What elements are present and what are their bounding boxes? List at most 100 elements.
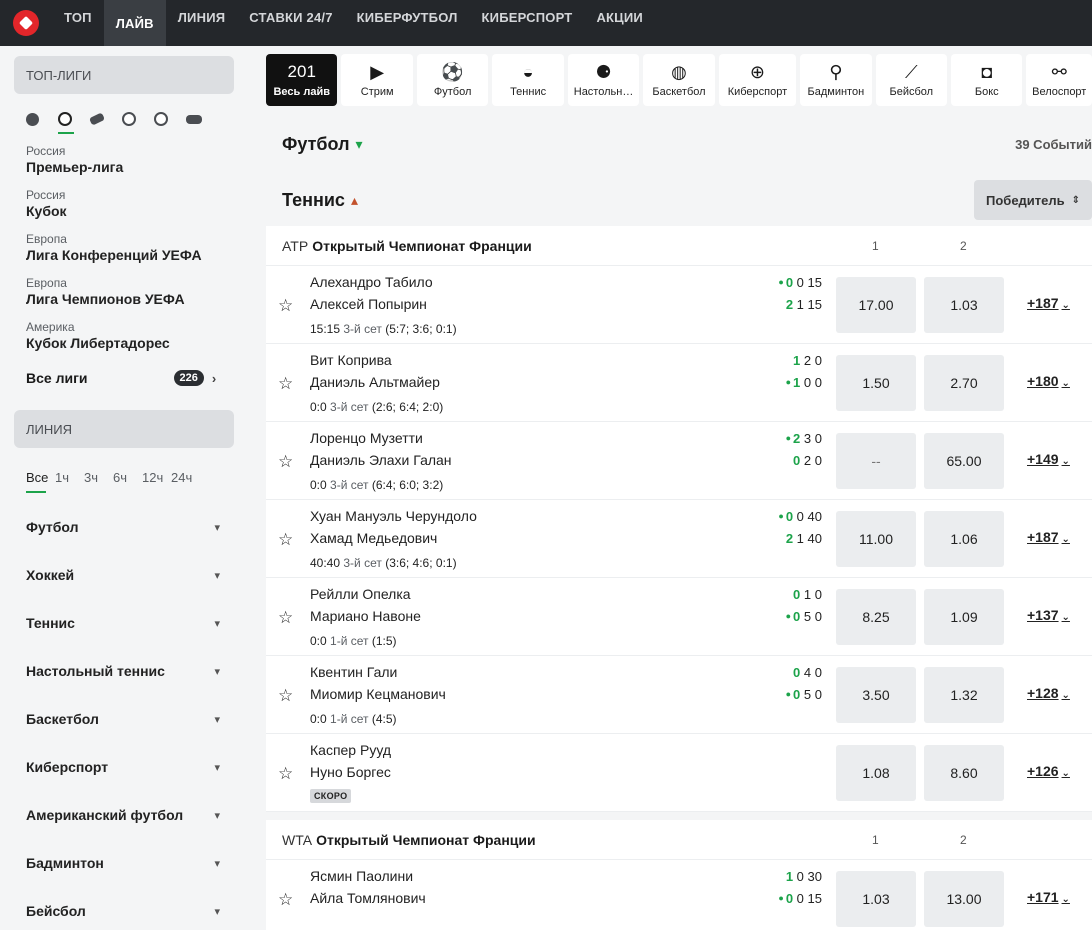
tab-badminton[interactable]: ⚲ Бадминтон [800,54,872,106]
soccer-ball-icon[interactable] [58,106,90,134]
sport-item-table-tennis[interactable]: Настольный теннис ▾ [14,647,234,695]
tab-table-tennis[interactable]: ⚈ Настольн… [567,54,640,106]
match-row[interactable]: ☆ Хуан Мануэль Черундоло Хамад Медьедович 4… [266,500,1092,578]
tab-tennis[interactable]: ◒ Теннис [492,54,564,106]
competition-header[interactable]: ATP Открытый Чемпионат Франции 1 2 [266,226,1092,266]
topnav-live[interactable]: ЛАЙВ [103,0,166,46]
star-favorite-icon[interactable]: ☆ [278,764,293,784]
sport-item-esports[interactable]: Киберспорт ▾ [14,743,234,791]
topnav-line[interactable]: ЛИНИЯ [166,0,238,34]
competition-header[interactable]: WTA Открытый Чемпионат Франции 1 2 [266,820,1092,860]
topnav-top[interactable]: ТОП [52,0,104,34]
star-favorite-icon[interactable]: ☆ [278,890,293,910]
game-score: 0:0 [310,634,327,648]
tab-boxing[interactable]: ◘ Бокс [951,54,1023,106]
odds-button-1[interactable]: 17.00 [836,277,916,333]
star-favorite-icon[interactable]: ☆ [278,530,293,550]
player-1-name: Квентин Гали [310,664,398,680]
star-favorite-icon[interactable]: ☆ [278,296,293,316]
tab-cycling[interactable]: ⚯ Велоспорт [1026,54,1092,106]
topnav-cyberfootball[interactable]: КИБЕРФУТБОЛ [345,0,470,34]
more-markets-link[interactable]: +126 ⌄ [1027,763,1070,779]
more-markets-link[interactable]: +171 ⌄ [1027,889,1070,905]
odds-button-1[interactable]: 11.00 [836,511,916,567]
league-item[interactable]: Америка Кубок Либертадорес [14,320,234,352]
football-section-header[interactable]: Футбол ▾ 39 Событий [266,124,1092,164]
odds-button-1[interactable]: -- [836,433,916,489]
tab-stream[interactable]: ▶ Стрим [341,54,413,106]
match-row[interactable]: ☆ Лоренцо Музетти Даниэль Элахи Галан 0:0 3… [266,422,1092,500]
tab-all-live[interactable]: 201 Весь лайв [266,54,338,106]
arrow-up-right-icon[interactable] [26,106,58,132]
sport-item-badminton[interactable]: Бадминтон ▾ [14,839,234,887]
match-row[interactable]: ☆ Ясмин Паолини Айла Томлянович 1 0 30 ● 0 0 … [266,860,1092,930]
league-item[interactable]: Европа Лига Конференций УЕФА [14,232,234,264]
topnav-promotions[interactable]: АКЦИИ [584,0,655,34]
odds-button-2[interactable]: 2.70 [924,355,1004,411]
site-logo[interactable] [0,0,52,46]
tennis-ball-icon[interactable] [122,106,154,132]
league-item[interactable]: Россия Кубок [14,188,234,220]
odds-button-1[interactable]: 3.50 [836,667,916,723]
odds-button-2[interactable]: 1.03 [924,277,1004,333]
more-markets-link[interactable]: +187 ⌄ [1027,295,1070,311]
star-favorite-icon[interactable]: ☆ [278,374,293,394]
more-markets-link[interactable]: +149 ⌄ [1027,451,1070,467]
odds-button-2[interactable]: 65.00 [924,433,1004,489]
hockey-puck-icon[interactable] [88,106,122,132]
match-row[interactable]: ☆ Алехандро Табило Алексей Попырин 15:15 3-… [266,266,1092,344]
odds-button-2[interactable]: 1.06 [924,511,1004,567]
league-country: Америка [26,320,75,334]
match-row[interactable]: ☆ Вит Коприва Даниэль Альтмайер 0:0 3-й сет… [266,344,1092,422]
league-item[interactable]: Европа Лига Чемпионов УЕФА [14,276,234,308]
tennis-section-header[interactable]: Теннис ▴ Победитель ⇕ [266,180,1092,220]
odds-button-1[interactable]: 8.25 [836,589,916,645]
topnav-esports[interactable]: КИБЕРСПОРТ [470,0,585,34]
gamepad-icon[interactable] [186,106,218,132]
odds-button-2[interactable]: 13.00 [924,871,1004,927]
market-select[interactable]: Победитель ⇕ [974,180,1092,220]
tab-baseball[interactable]: ⟋ Бейсбол [875,54,948,106]
sport-item-basketball[interactable]: Баскетбол ▾ [14,695,234,743]
odds-button-2[interactable]: 1.32 [924,667,1004,723]
sport-item-label: Киберспорт [26,759,109,775]
time-filter-1h[interactable]: 1ч [55,470,84,493]
time-filter-24h[interactable]: 24ч [171,470,200,493]
sport-item-baseball[interactable]: Бейсбол ▾ [14,887,234,930]
all-live-count: 201 [287,62,316,81]
match-row[interactable]: ☆ Квентин Гали Миомир Кецманович 0:0 1-й се… [266,656,1092,734]
time-filter-6h[interactable]: 6ч [113,470,142,493]
tab-esports[interactable]: ⊕ Киберспорт [718,54,797,106]
more-markets-link[interactable]: +137 ⌄ [1027,607,1070,623]
star-favorite-icon[interactable]: ☆ [278,608,293,628]
time-filter-3h[interactable]: 3ч [84,470,113,493]
odds-column-1-header: 1 [872,832,879,847]
basketball-icon[interactable] [154,106,186,132]
tab-football[interactable]: ⚽ Футбол [416,54,489,106]
match-row[interactable]: ☆ Каспер Рууд Нуно Боргес СКОРО 1.08 8.60 +126… [266,734,1092,812]
sport-item-american-football[interactable]: Американский футбол ▾ [14,791,234,839]
all-leagues-link[interactable]: Все лиги 226 › [14,370,234,386]
odds-button-1[interactable]: 1.50 [836,355,916,411]
more-markets-link[interactable]: +187 ⌄ [1027,529,1070,545]
sport-item-football[interactable]: Футбол ▾ [14,503,234,551]
odds-button-1[interactable]: 1.08 [836,745,916,801]
tab-basketball[interactable]: ◍ Баскетбол [643,54,715,106]
time-filter-12h[interactable]: 12ч [142,470,171,493]
bicycle-icon: ⚯ [1051,61,1067,82]
odds-button-1[interactable]: 1.03 [836,871,916,927]
more-markets-link[interactable]: +128 ⌄ [1027,685,1070,701]
sport-item-hockey[interactable]: Хоккей ▾ [14,551,234,599]
star-favorite-icon[interactable]: ☆ [278,452,293,472]
sport-item-tennis[interactable]: Теннис ▾ [14,599,234,647]
odds-button-2[interactable]: 1.09 [924,589,1004,645]
odds-button-2[interactable]: 8.60 [924,745,1004,801]
match-row[interactable]: ☆ Рейлли Опелка Мариано Навоне 0:0 1-й сет … [266,578,1092,656]
league-item[interactable]: Россия Премьер-лига [14,144,234,176]
star-favorite-icon[interactable]: ☆ [278,686,293,706]
time-filter-all[interactable]: Все [26,470,55,493]
more-markets-link[interactable]: +180 ⌄ [1027,373,1070,389]
topnav-bets-24-7[interactable]: СТАВКИ 24/7 [237,0,344,34]
player-2-name: Айла Томлянович [310,890,426,906]
sport-item-label: Бадминтон [26,855,104,871]
